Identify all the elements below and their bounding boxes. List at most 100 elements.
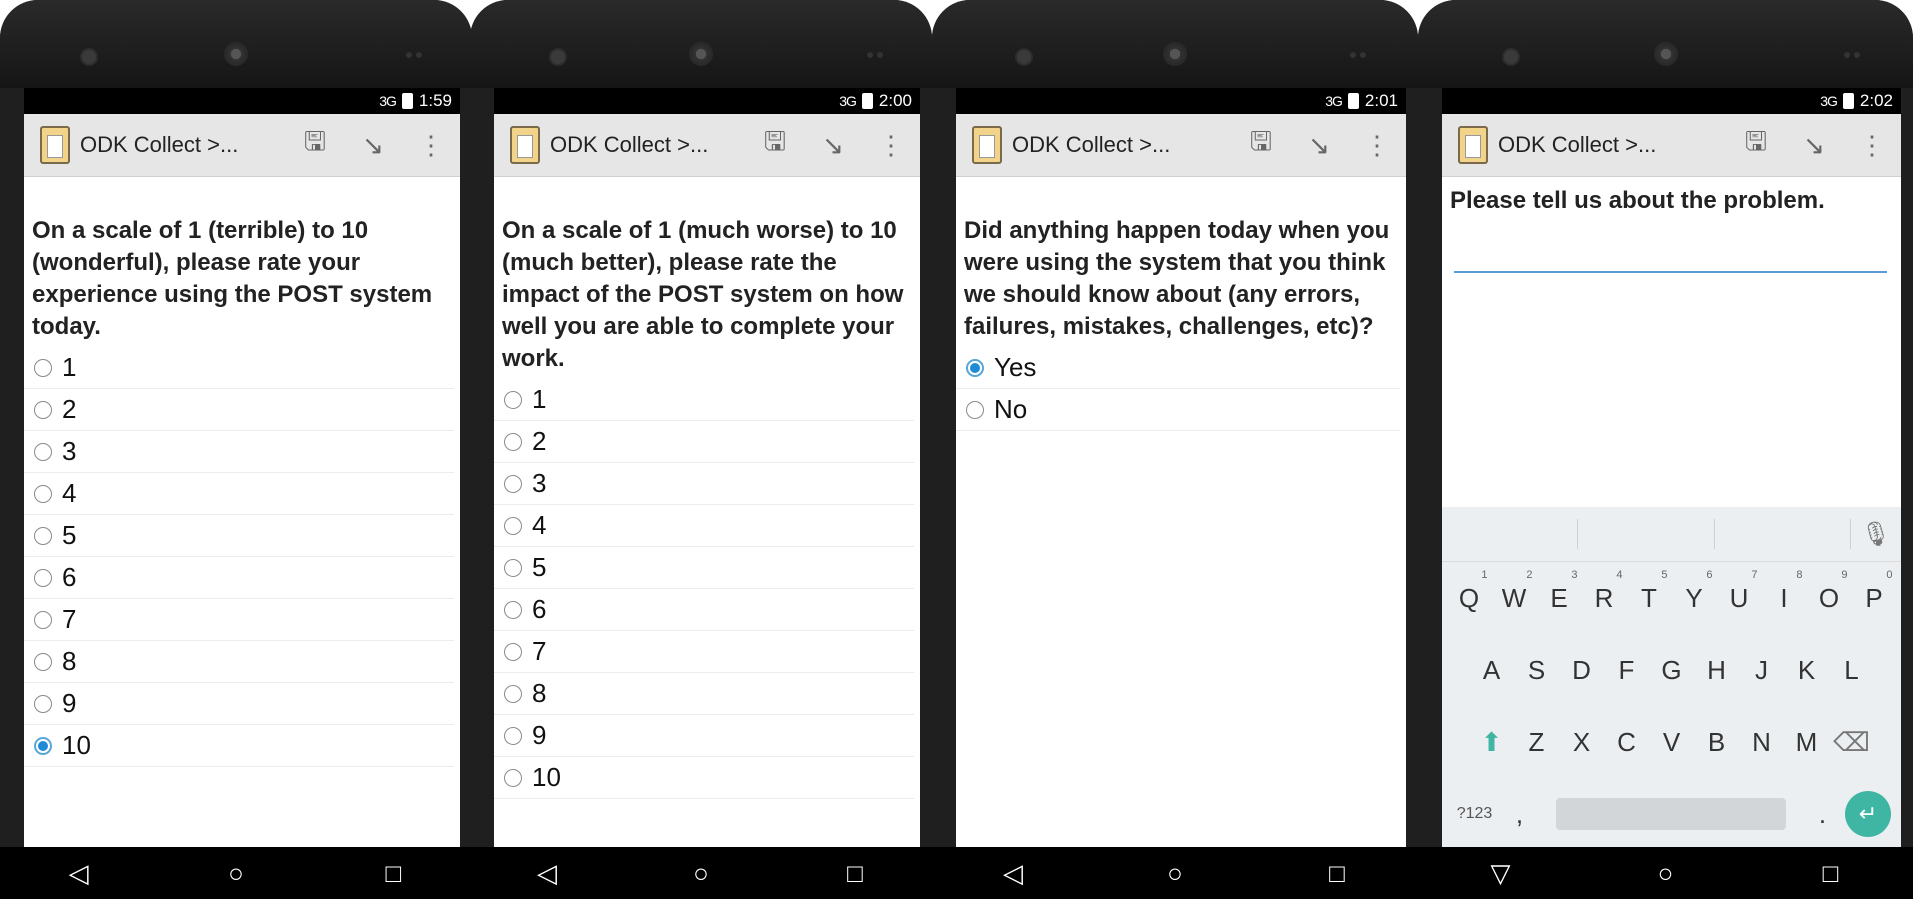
back-icon[interactable]: ◁ (978, 858, 1048, 889)
key-n[interactable]: N (1739, 727, 1784, 758)
radio-option[interactable]: 4 (24, 473, 454, 515)
radio-option[interactable]: No (956, 389, 1400, 431)
radio-option[interactable]: 6 (494, 589, 914, 631)
radio-button[interactable] (504, 558, 522, 577)
radio-option[interactable]: 5 (24, 515, 454, 557)
symbols-key[interactable]: ?123 (1452, 805, 1497, 823)
radio-button[interactable] (504, 390, 522, 409)
microphone-icon[interactable]: 🎙 (1851, 520, 1901, 549)
radio-button[interactable] (34, 526, 52, 545)
radio-option[interactable]: 2 (494, 421, 914, 463)
radio-option[interactable]: 7 (24, 599, 454, 641)
back-icon[interactable]: ◁ (44, 858, 114, 889)
jump-icon[interactable]: ↘ (344, 130, 402, 161)
overflow-menu-icon[interactable]: ⋮ (862, 130, 920, 161)
radio-button[interactable] (34, 610, 52, 629)
key-w[interactable]: W2 (1492, 569, 1537, 614)
clipboard-icon[interactable] (510, 126, 540, 164)
overflow-menu-icon[interactable]: ⋮ (1843, 130, 1901, 161)
radio-button[interactable] (34, 694, 52, 713)
radio-option[interactable]: 10 (24, 725, 454, 767)
answer-text-field[interactable] (1454, 247, 1887, 273)
jump-icon[interactable]: ↘ (804, 130, 862, 161)
recents-icon[interactable]: □ (820, 858, 890, 889)
home-icon[interactable]: ○ (666, 858, 736, 889)
radio-button[interactable] (504, 516, 522, 535)
radio-button[interactable] (34, 400, 52, 419)
recents-icon[interactable]: □ (1302, 858, 1372, 889)
key-o[interactable]: O9 (1807, 569, 1852, 614)
save-icon[interactable]: 🖫 (286, 123, 344, 167)
key-d[interactable]: D (1559, 655, 1604, 686)
period-key[interactable]: . (1800, 799, 1845, 830)
radio-option[interactable]: 3 (24, 431, 454, 473)
home-icon[interactable]: ○ (1140, 858, 1210, 889)
clipboard-icon[interactable] (1458, 126, 1488, 164)
key-m[interactable]: M (1784, 727, 1829, 758)
key-g[interactable]: G (1649, 655, 1694, 686)
radio-button[interactable] (504, 684, 522, 703)
key-e[interactable]: E3 (1537, 569, 1582, 614)
shift-key-icon[interactable]: ⬆ (1469, 727, 1514, 758)
key-q[interactable]: Q1 (1447, 569, 1492, 614)
enter-key-icon[interactable]: ↵ (1845, 791, 1891, 837)
home-icon[interactable]: ○ (1631, 858, 1701, 889)
clipboard-icon[interactable] (40, 126, 70, 164)
radio-button[interactable] (34, 358, 52, 377)
key-z[interactable]: Z (1514, 727, 1559, 758)
radio-button[interactable] (34, 442, 52, 461)
key-l[interactable]: L (1829, 655, 1874, 686)
radio-option[interactable]: 2 (24, 389, 454, 431)
radio-button[interactable] (34, 484, 52, 503)
key-p[interactable]: P0 (1852, 569, 1897, 614)
radio-option[interactable]: 9 (24, 683, 454, 725)
radio-button[interactable] (966, 400, 984, 419)
key-t[interactable]: T5 (1627, 569, 1672, 614)
radio-option[interactable]: 7 (494, 631, 914, 673)
suggestion-slot[interactable] (1715, 519, 1851, 549)
key-f[interactable]: F (1604, 655, 1649, 686)
radio-button[interactable] (504, 432, 522, 451)
key-i[interactable]: I8 (1762, 569, 1807, 614)
hide-keyboard-icon[interactable]: ▽ (1466, 858, 1536, 889)
radio-button[interactable] (34, 652, 52, 671)
radio-option[interactable]: 8 (24, 641, 454, 683)
key-s[interactable]: S (1514, 655, 1559, 686)
clipboard-icon[interactable] (972, 126, 1002, 164)
radio-option[interactable]: 3 (494, 463, 914, 505)
overflow-menu-icon[interactable]: ⋮ (402, 130, 460, 161)
radio-option[interactable]: 10 (494, 757, 914, 799)
key-y[interactable]: Y6 (1672, 569, 1717, 614)
key-x[interactable]: X (1559, 727, 1604, 758)
home-icon[interactable]: ○ (201, 858, 271, 889)
key-u[interactable]: U7 (1717, 569, 1762, 614)
radio-option[interactable]: 9 (494, 715, 914, 757)
key-v[interactable]: V (1649, 727, 1694, 758)
key-k[interactable]: K (1784, 655, 1829, 686)
radio-button[interactable] (504, 474, 522, 493)
jump-icon[interactable]: ↘ (1290, 130, 1348, 161)
radio-button[interactable] (34, 736, 52, 755)
key-c[interactable]: C (1604, 727, 1649, 758)
suggestion-slot[interactable] (1578, 519, 1715, 549)
jump-icon[interactable]: ↘ (1785, 130, 1843, 161)
key-j[interactable]: J (1739, 655, 1784, 686)
key-r[interactable]: R4 (1582, 569, 1627, 614)
save-icon[interactable]: 🖫 (746, 123, 804, 167)
radio-button[interactable] (504, 726, 522, 745)
suggestion-slot[interactable] (1442, 519, 1579, 549)
save-icon[interactable]: 🖫 (1727, 123, 1785, 167)
radio-option[interactable]: 1 (24, 347, 454, 389)
key-a[interactable]: A (1469, 655, 1514, 686)
recents-icon[interactable]: □ (1796, 858, 1866, 889)
radio-option[interactable]: 8 (494, 673, 914, 715)
save-icon[interactable]: 🖫 (1232, 123, 1290, 167)
backspace-key-icon[interactable]: ⌫ (1829, 727, 1874, 758)
radio-button[interactable] (966, 358, 984, 377)
recents-icon[interactable]: □ (358, 858, 428, 889)
overflow-menu-icon[interactable]: ⋮ (1348, 130, 1406, 161)
radio-option[interactable]: 1 (494, 379, 914, 421)
key-b[interactable]: B (1694, 727, 1739, 758)
radio-option[interactable]: 5 (494, 547, 914, 589)
space-key[interactable] (1556, 798, 1786, 830)
